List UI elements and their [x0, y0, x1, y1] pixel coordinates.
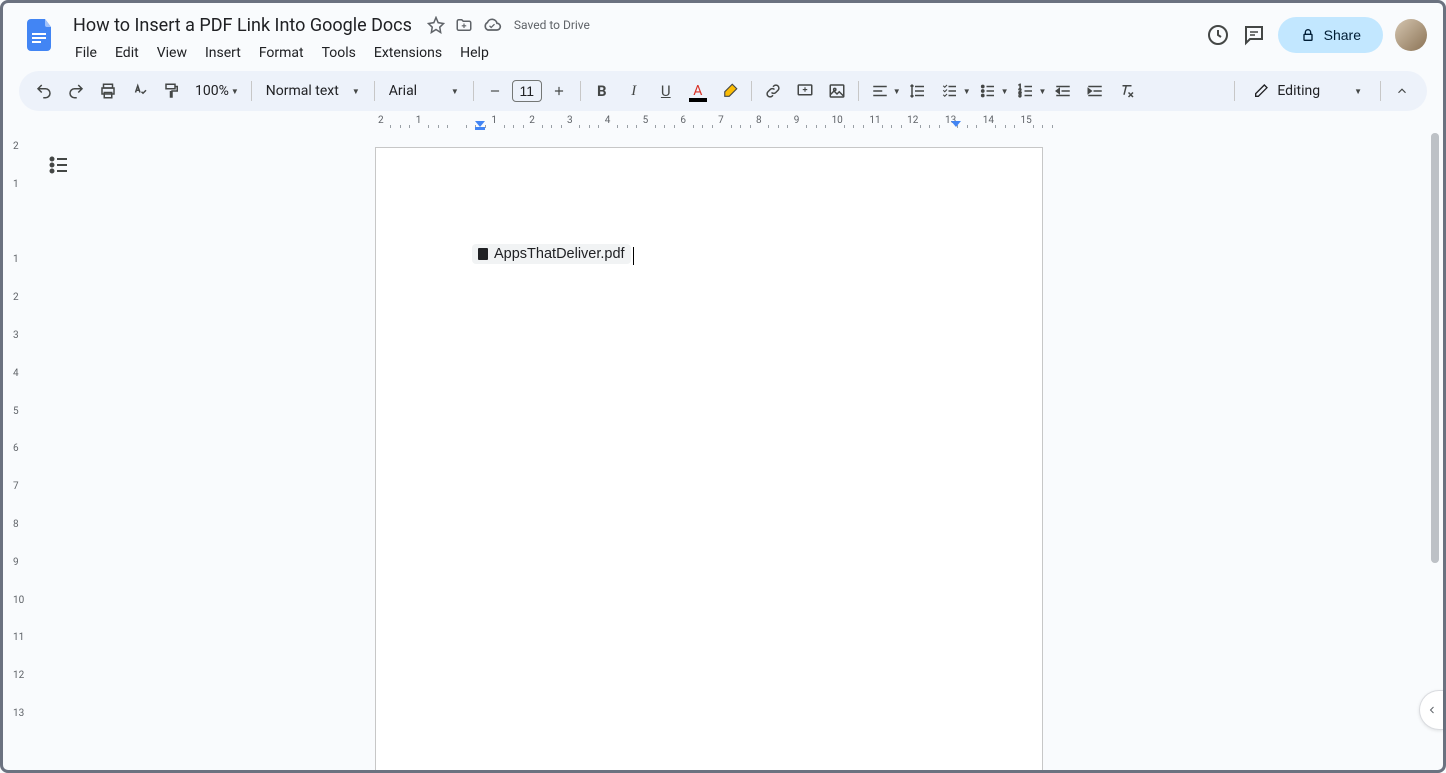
editing-mode-select[interactable]: Editing ▼ [1241, 83, 1374, 99]
italic-button[interactable]: I [619, 76, 649, 106]
font-size-group [480, 76, 574, 106]
separator [751, 81, 752, 101]
print-button[interactable] [93, 76, 123, 106]
history-icon[interactable] [1206, 23, 1230, 47]
separator [1234, 81, 1235, 101]
menu-format[interactable]: Format [251, 41, 312, 65]
font-size-input[interactable] [512, 80, 542, 102]
menu-help[interactable]: Help [452, 41, 497, 65]
font-value: Arial [389, 83, 417, 99]
decrease-font-button[interactable] [480, 76, 510, 106]
pdf-link-chip[interactable]: AppsThatDeliver.pdf [472, 244, 631, 264]
insert-image-button[interactable] [822, 76, 852, 106]
page-area: AppsThatDeliver.pdf [27, 133, 1443, 770]
chevron-down-icon: ▼ [231, 87, 239, 96]
scrollbar-thumb[interactable] [1431, 133, 1439, 563]
share-button[interactable]: Share [1278, 17, 1383, 53]
bulleted-list-button[interactable]: ▼ [973, 76, 1009, 106]
chevron-down-icon: ▼ [352, 87, 360, 96]
pencil-icon [1253, 83, 1269, 99]
lock-icon [1300, 27, 1316, 43]
title-row: How to Insert a PDF Link Into Google Doc… [67, 11, 1198, 39]
share-label: Share [1324, 27, 1361, 43]
document-title[interactable]: How to Insert a PDF Link Into Google Doc… [67, 13, 418, 38]
spellcheck-button[interactable] [125, 76, 155, 106]
toolbar-container: 100% ▼ Normal text ▼ Arial ▼ B I U A [3, 67, 1443, 111]
docs-logo[interactable] [19, 15, 59, 55]
undo-button[interactable] [29, 76, 59, 106]
chevron-down-icon: ▼ [1039, 87, 1047, 96]
separator [580, 81, 581, 101]
clear-formatting-button[interactable] [1112, 76, 1142, 106]
chevron-down-icon: ▼ [1001, 87, 1009, 96]
style-value: Normal text [266, 83, 339, 99]
svg-text:3: 3 [1018, 93, 1021, 99]
saved-status-text: Saved to Drive [514, 18, 590, 32]
pdf-chip-text: AppsThatDeliver.pdf [494, 246, 625, 262]
comments-icon[interactable] [1242, 23, 1266, 47]
header-right: Share [1206, 17, 1427, 53]
collapse-toolbar-button[interactable] [1387, 76, 1417, 106]
separator [858, 81, 859, 101]
increase-font-button[interactable] [544, 76, 574, 106]
separator [251, 81, 252, 101]
insert-link-button[interactable] [758, 76, 788, 106]
cloud-saved-icon[interactable] [482, 15, 502, 35]
content-area: 2112345678910111213 AppsThatDeliver.pdf [3, 133, 1443, 770]
paint-format-button[interactable] [157, 76, 187, 106]
zoom-select[interactable]: 100% ▼ [189, 83, 245, 99]
underline-button[interactable]: U [651, 76, 681, 106]
zoom-value: 100% [195, 83, 229, 99]
right-indent-marker[interactable] [951, 121, 961, 131]
insert-comment-button[interactable] [790, 76, 820, 106]
checklist-button[interactable]: ▼ [935, 76, 971, 106]
toolbar: 100% ▼ Normal text ▼ Arial ▼ B I U A [19, 71, 1427, 111]
page-content[interactable]: AppsThatDeliver.pdf [376, 148, 1042, 361]
text-color-button[interactable]: A [683, 76, 713, 106]
mode-label: Editing [1277, 83, 1320, 99]
vertical-scrollbar[interactable] [1431, 133, 1439, 563]
menu-tools[interactable]: Tools [314, 41, 364, 65]
menu-bar: File Edit View Insert Format Tools Exten… [67, 41, 1198, 65]
text-cursor [633, 247, 634, 265]
menu-extensions[interactable]: Extensions [366, 41, 450, 65]
separator [374, 81, 375, 101]
redo-button[interactable] [61, 76, 91, 106]
align-button[interactable]: ▼ [865, 76, 901, 106]
font-select[interactable]: Arial ▼ [381, 83, 467, 99]
highlight-button[interactable] [715, 76, 745, 106]
chevron-down-icon: ▼ [893, 87, 901, 96]
chevron-down-icon: ▼ [963, 87, 971, 96]
separator [1380, 81, 1381, 101]
move-icon[interactable] [454, 15, 474, 35]
star-icon[interactable] [426, 15, 446, 35]
document-page[interactable]: AppsThatDeliver.pdf [375, 147, 1043, 770]
horizontal-ruler[interactable]: 21123456789101112131415 [41, 115, 1427, 131]
menu-insert[interactable]: Insert [197, 41, 249, 65]
title-area: How to Insert a PDF Link Into Google Doc… [67, 11, 1198, 65]
numbered-list-button[interactable]: 123 ▼ [1011, 76, 1047, 106]
vertical-ruler[interactable]: 2112345678910111213 [11, 133, 27, 770]
decrease-indent-button[interactable] [1048, 76, 1078, 106]
bold-button[interactable]: B [587, 76, 617, 106]
line-spacing-button[interactable] [903, 76, 933, 106]
separator [473, 81, 474, 101]
header-bar: How to Insert a PDF Link Into Google Doc… [3, 3, 1443, 67]
menu-file[interactable]: File [67, 41, 105, 65]
left-indent-marker[interactable] [475, 121, 485, 131]
menu-edit[interactable]: Edit [107, 41, 147, 65]
user-avatar[interactable] [1395, 19, 1427, 51]
menu-view[interactable]: View [149, 41, 195, 65]
increase-indent-button[interactable] [1080, 76, 1110, 106]
paragraph-style-select[interactable]: Normal text ▼ [258, 83, 368, 99]
file-icon [478, 248, 488, 260]
chevron-down-icon: ▼ [1354, 87, 1362, 96]
chevron-down-icon: ▼ [451, 87, 459, 96]
